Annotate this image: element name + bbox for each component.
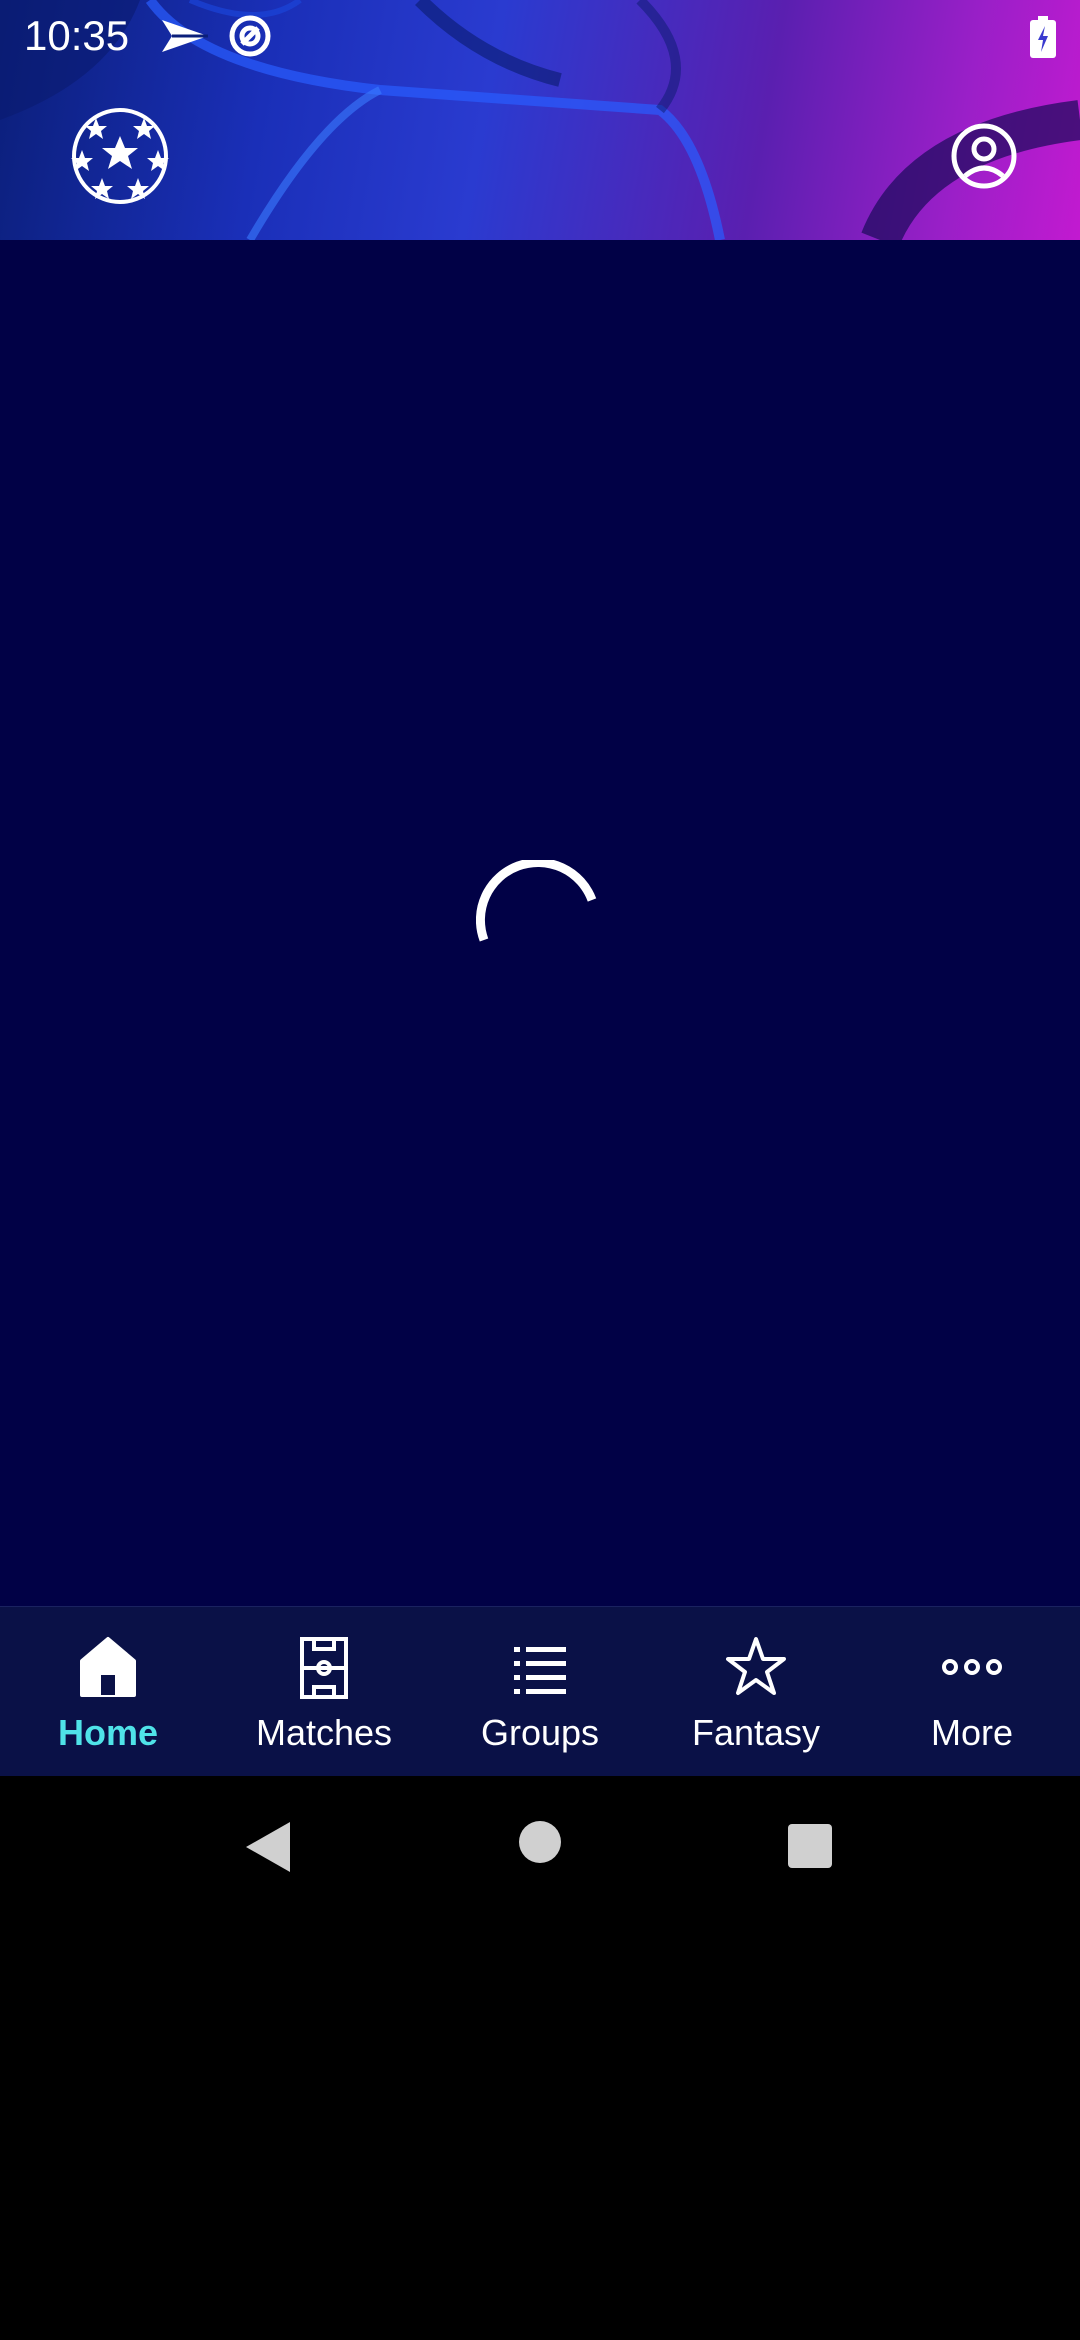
pitch-icon	[300, 1637, 348, 1699]
airplane-mode-icon	[162, 20, 208, 52]
home-circle-icon[interactable]	[518, 1820, 562, 1864]
recents-icon[interactable]	[788, 1824, 832, 1868]
champions-league-starball-icon[interactable]	[70, 106, 170, 206]
loading-spinner-icon	[476, 860, 597, 942]
nav-item-matches[interactable]: Matches	[216, 1607, 432, 1777]
nav-label-home: Home	[57, 1712, 159, 1753]
nav-item-more[interactable]: More	[864, 1607, 1080, 1777]
nav-label-fantasy: Fantasy	[691, 1712, 821, 1753]
bottom-navigation: Home Matches Groups Fantasy More	[0, 1606, 1080, 1777]
account-circle-icon[interactable]	[950, 122, 1018, 190]
system-navigation-bar	[0, 1776, 1080, 1918]
nav-item-fantasy[interactable]: Fantasy	[648, 1607, 864, 1777]
list-icon	[514, 1647, 566, 1694]
status-bar: 10:35	[0, 0, 1080, 72]
nav-label-matches: Matches	[255, 1712, 393, 1753]
nav-item-groups[interactable]: Groups	[432, 1607, 648, 1777]
status-time: 10:35	[24, 12, 130, 59]
data-saver-icon	[229, 15, 271, 57]
nav-label-groups: Groups	[480, 1712, 600, 1753]
battery-charging-icon	[1030, 16, 1056, 58]
nav-label-more: More	[930, 1712, 1014, 1753]
star-icon	[726, 1637, 786, 1695]
main-content	[0, 240, 1080, 1606]
app-screen: 10:35 Home Matches Groups Fantasy More	[0, 0, 1080, 2340]
nav-item-home[interactable]: Home	[0, 1607, 216, 1777]
more-dots-icon	[942, 1659, 1002, 1675]
header-banner: 10:35	[0, 0, 1080, 240]
back-icon[interactable]	[244, 1820, 292, 1874]
home-icon	[80, 1637, 136, 1697]
